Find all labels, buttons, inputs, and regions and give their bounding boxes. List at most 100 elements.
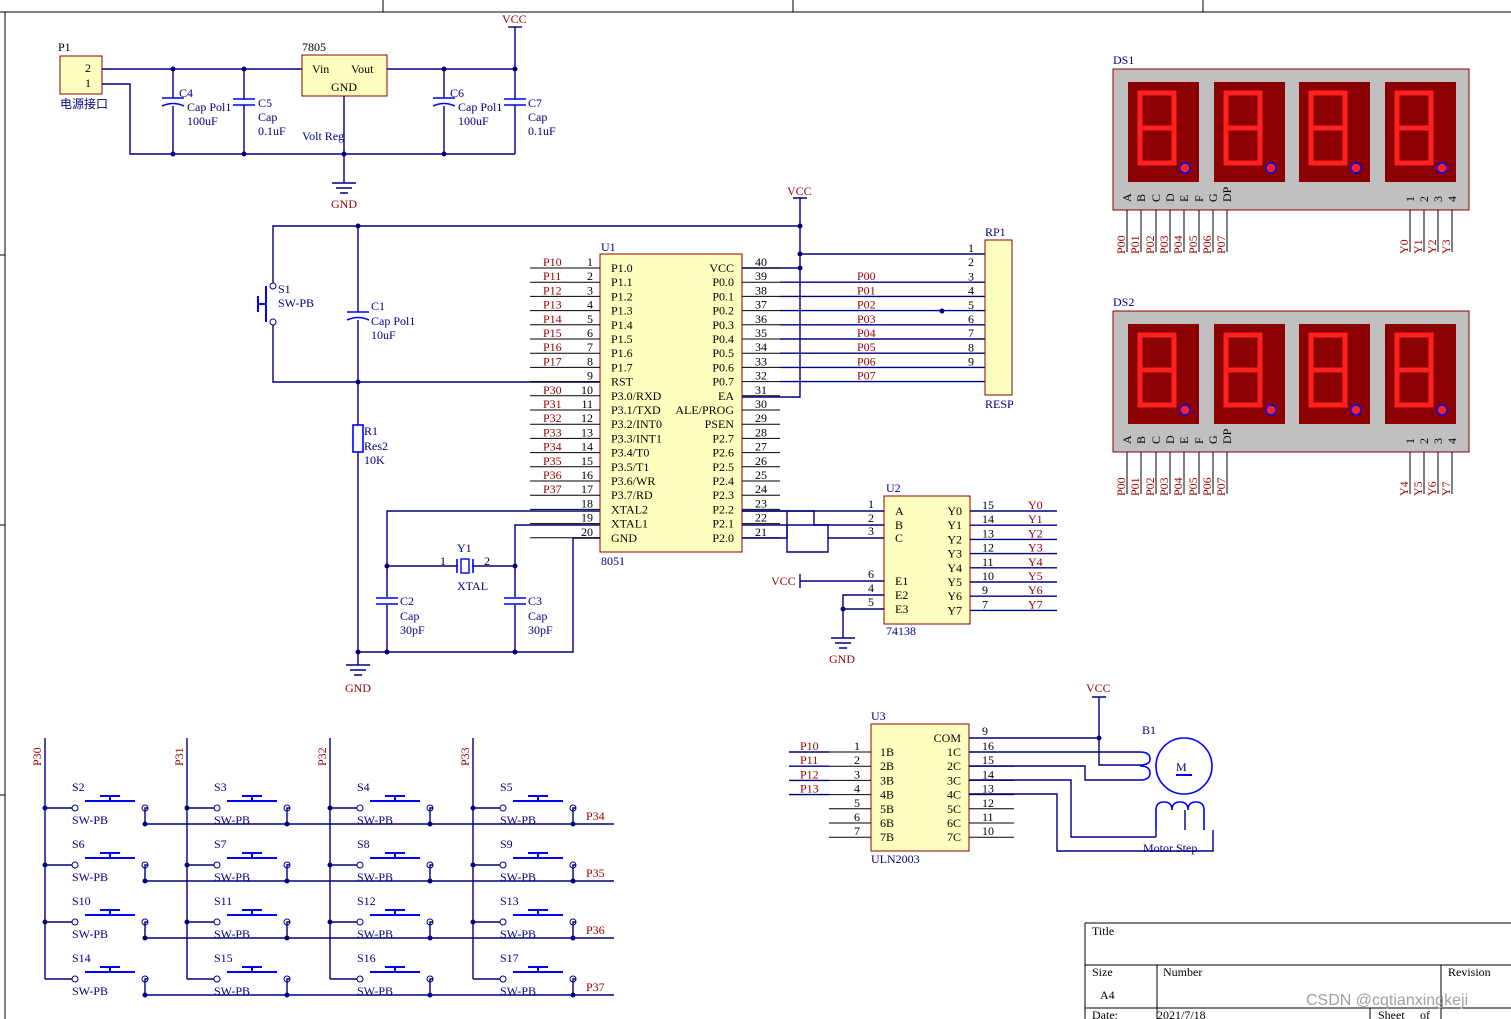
capacitor-c7[interactable] (504, 69, 526, 154)
capacitor-c4[interactable] (161, 69, 185, 154)
keypad-col-junction (184, 862, 190, 868)
u2-pin-number: 1 (868, 497, 874, 511)
mcu-pin-name: P0.3 (712, 318, 734, 332)
c3-ref: C3 (528, 594, 542, 608)
mcu-pin-name: PSEN (705, 417, 735, 431)
keypad-key-type: SW-PB (72, 984, 108, 998)
keypad-col-junction (327, 805, 333, 811)
capacitor-c2[interactable] (376, 597, 398, 605)
mcu-net-label: P31 (543, 397, 562, 411)
vcc-label-u2: VCC (771, 574, 796, 588)
rp1-body[interactable] (984, 239, 1013, 396)
mcu-pin-number: 23 (755, 496, 767, 510)
mcu-net-label: P37 (543, 482, 562, 496)
rp1-pin-number: 3 (968, 269, 974, 283)
c7-ref: C7 (528, 96, 542, 110)
u3-pin-number: 12 (982, 796, 994, 810)
c6-ref: C6 (450, 86, 464, 100)
p0-net-label: P06 (857, 354, 876, 368)
p0-net-label: P03 (857, 312, 876, 326)
u2-pin-name: Y7 (947, 603, 962, 617)
keypad-key-contact (71, 975, 79, 983)
keypad-col-net: P30 (30, 747, 44, 766)
ds1-seg-net: P04 (1171, 235, 1185, 254)
u3-net-label: P11 (800, 753, 818, 767)
u2-net-label: Y5 (1028, 569, 1043, 583)
keypad-key-contact (71, 918, 79, 926)
ds1-seg-label: G (1206, 193, 1220, 202)
keypad-key-type: SW-PB (500, 927, 536, 941)
keypad-col-net: P32 (315, 747, 329, 766)
keypad-junction (427, 821, 433, 827)
c4-type: Cap Pol1 (187, 100, 231, 114)
keypad-col-junction (470, 862, 476, 868)
power-connector-p1[interactable] (59, 55, 103, 95)
u2-pin-number: 9 (982, 583, 988, 597)
rp1-type: RESP (985, 397, 1014, 411)
reset-switch-s1[interactable] (257, 282, 277, 326)
mcu-pin-number: 33 (755, 354, 767, 368)
p1-pin2: 2 (85, 61, 91, 75)
ds2-dp-led (1436, 404, 1448, 416)
ds2-seg-net: P04 (1171, 477, 1185, 496)
keypad-row-net: P36 (586, 923, 605, 937)
mcu-pin-number: 27 (755, 440, 767, 454)
rp1-pin-number: 4 (968, 284, 974, 298)
ds1-com-label: 4 (1445, 196, 1459, 202)
keypad-junction (570, 821, 576, 827)
mcu-pin-name: P2.6 (712, 446, 734, 460)
keypad-matrix: P30 P31 P32 P33 P34 S2 SW-PB S3 SW-PB S4 SW-PB S5 SW… (30, 738, 614, 998)
mcu-pin-name: P3.1/TXD (611, 403, 661, 417)
keypad-key-type: SW-PB (214, 813, 250, 827)
capacitor-c1[interactable] (346, 311, 370, 321)
p0-net-label: P01 (857, 283, 876, 297)
mcu-pin-number: 4 (587, 298, 593, 312)
keypad-key-type: SW-PB (357, 984, 393, 998)
vcc-label-top: VCC (502, 12, 527, 26)
mcu-pin-number: 1 (587, 255, 593, 269)
mcu-ref: U1 (601, 240, 616, 254)
crystal-y1[interactable] (456, 558, 474, 574)
mcu-pin-name: XTAL1 (611, 517, 648, 531)
stepper-motor-b1[interactable]: M (1139, 737, 1213, 837)
u2-pin-name: A (895, 504, 904, 518)
p1-desc: 电源接口 (60, 96, 108, 111)
mcu-pin-name: P0.6 (712, 360, 734, 374)
keypad-key-S9 (513, 852, 563, 859)
keypad-key-S12 (370, 909, 420, 916)
keypad-key-S3 (227, 795, 277, 802)
keypad-key-ref: S3 (214, 780, 227, 794)
ds1-dp-led (1265, 162, 1277, 174)
mcu-pin-name: P3.5/T1 (611, 460, 649, 474)
keypad-junction (284, 992, 290, 998)
u3-pin-number: 1 (854, 739, 860, 753)
crystal-section: Y1 XTAL 1 2 C2 Cap 30pF C3 Cap 30pF (355, 510, 600, 655)
capacitor-c5[interactable] (233, 69, 255, 154)
keypad-key-type: SW-PB (500, 870, 536, 884)
mcu-pin-name: P1.2 (611, 289, 633, 303)
mcu-pin-number: 11 (581, 397, 593, 411)
u3-ref: U3 (871, 709, 886, 723)
mcu-pin-name: VCC (709, 261, 734, 275)
u3-pin-number: 15 (982, 753, 994, 767)
c1-ref: C1 (371, 299, 385, 313)
c2-type: Cap (400, 609, 419, 623)
keypad-key-ref: S14 (72, 951, 91, 965)
u2-pin-name: Y3 (947, 547, 962, 561)
u2-pin-name: E1 (895, 574, 908, 588)
keypad-key-contact (499, 918, 507, 926)
ds1-dp-led (1179, 162, 1191, 174)
capacitor-c3[interactable] (504, 597, 526, 605)
keypad-key-contact (213, 861, 221, 869)
u3-pin-name: 6C (947, 816, 961, 830)
motor-type: Motor Step (1143, 841, 1197, 855)
resistor-r1[interactable] (352, 424, 364, 453)
gnd-label-power: GND (331, 197, 357, 211)
ds1-com-net: Y0 (1397, 239, 1411, 254)
rp1-pins: 123456789 (968, 241, 974, 369)
capacitor-c6[interactable] (432, 69, 456, 154)
rp1-pin-number: 2 (968, 255, 974, 269)
u2-net-label: Y2 (1028, 526, 1043, 540)
u3-pin-number: 6 (854, 810, 860, 824)
keypad-row-net: P34 (586, 809, 605, 823)
